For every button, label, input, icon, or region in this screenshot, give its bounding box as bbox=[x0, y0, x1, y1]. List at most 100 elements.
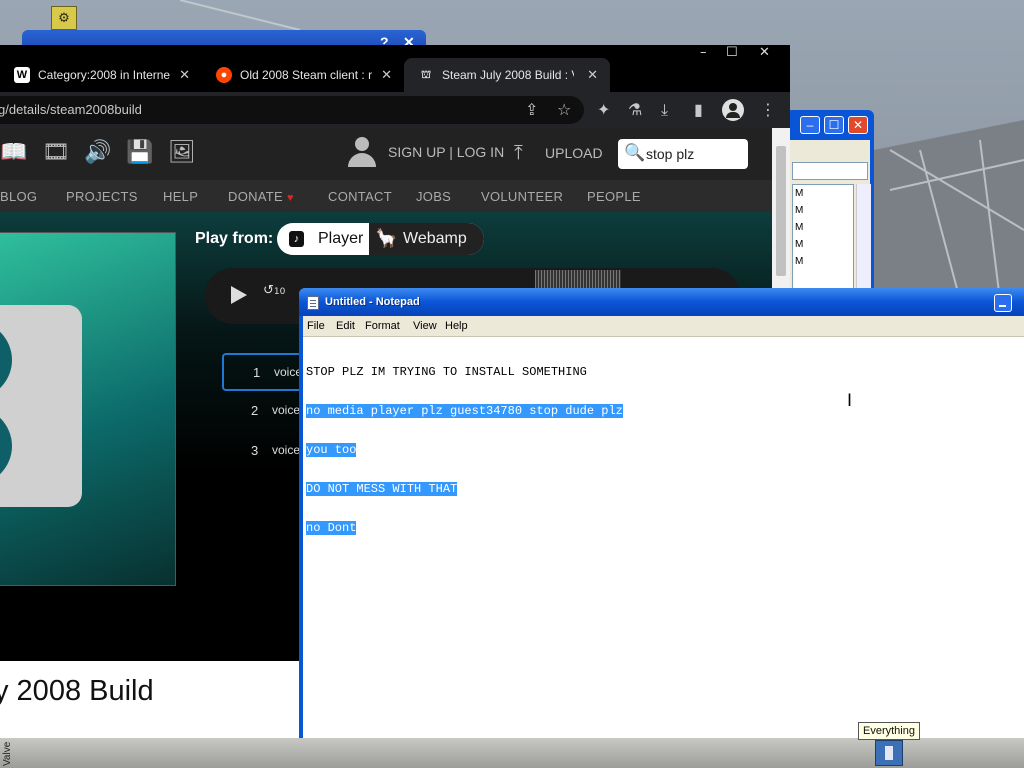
player-source-toggle[interactable]: ♪ Player 🦙 Webamp bbox=[277, 223, 484, 255]
user-icon[interactable] bbox=[348, 137, 376, 169]
share-icon[interactable]: ⇪ bbox=[525, 100, 538, 119]
download-icon[interactable]: ⤓ bbox=[661, 100, 668, 120]
tab-steam-2008-build[interactable]: ⛫ Steam July 2008 Build : Valv ✕ bbox=[404, 58, 610, 92]
webamp-option[interactable]: 🦙 Webamp bbox=[369, 223, 484, 255]
minimize-button[interactable]: – bbox=[800, 116, 820, 134]
notepad-window: Untitled - Notepad File Edit Format View… bbox=[299, 288, 1024, 743]
address-field[interactable] bbox=[792, 162, 868, 180]
tab-title: Steam July 2008 Build : Valv bbox=[442, 68, 574, 82]
nav-donate-label: DONATE bbox=[228, 189, 284, 204]
desktop-shortcut-icon[interactable]: ⚙ bbox=[51, 6, 77, 30]
search-input[interactable] bbox=[646, 144, 742, 164]
menu-view[interactable]: View bbox=[413, 320, 437, 332]
list-item[interactable]: M bbox=[793, 219, 853, 236]
nav-volunteer[interactable]: VOLUNTEER bbox=[481, 189, 563, 204]
notepad-titlebar[interactable]: Untitled - Notepad bbox=[299, 288, 1024, 316]
notepad-text-area[interactable]: STOP PLZ IM TRYING TO INSTALL SOMETHING … bbox=[306, 340, 623, 561]
menu-format[interactable]: Format bbox=[365, 320, 400, 332]
steam-logo-icon bbox=[0, 305, 82, 507]
nav-contact[interactable]: CONTACT bbox=[328, 189, 392, 204]
tab-close-icon[interactable]: ✕ bbox=[587, 67, 598, 83]
close-button[interactable]: ✕ bbox=[848, 116, 868, 134]
tooltip: Everything bbox=[858, 722, 920, 740]
address-bar[interactable]: g/details/steam2008build bbox=[0, 96, 584, 124]
player-option[interactable]: ♪ Player bbox=[277, 223, 369, 255]
vertical-label: Valve bbox=[2, 741, 13, 766]
side-panel-icon[interactable]: ▮ bbox=[694, 100, 703, 119]
tab-reddit-old-steam[interactable]: ● Old 2008 Steam client : r/no ✕ bbox=[202, 58, 404, 92]
list-item[interactable]: M bbox=[793, 185, 853, 202]
track-name: voice bbox=[274, 365, 303, 379]
menu-help[interactable]: Help bbox=[445, 320, 468, 332]
bookmark-star-icon[interactable]: ☆ bbox=[557, 100, 571, 119]
album-art bbox=[0, 232, 176, 586]
play-from-label: Play from: bbox=[195, 230, 274, 247]
menu-edit[interactable]: Edit bbox=[336, 320, 355, 332]
track-item[interactable]: 1 voice bbox=[222, 353, 302, 391]
taskbar bbox=[0, 738, 1024, 768]
tab-close-icon[interactable]: ✕ bbox=[179, 67, 190, 83]
window-body: M M M M M bbox=[790, 140, 871, 310]
menu-file[interactable]: File bbox=[307, 320, 325, 332]
selected-text: no Dont bbox=[306, 521, 357, 535]
list-item[interactable]: M bbox=[793, 253, 853, 270]
waveform[interactable] bbox=[535, 270, 621, 290]
selected-text: you too bbox=[306, 443, 357, 457]
llama-icon: 🦙 bbox=[375, 228, 398, 249]
rewind-10-button[interactable]: ↺10 bbox=[263, 283, 285, 298]
browser-toolbar: g/details/steam2008build ⇪ ☆ ✦ ⚗ ⤓ ▮ ⋮ bbox=[0, 92, 790, 128]
track-number: 2 bbox=[251, 403, 259, 418]
close-button[interactable]: ✕ bbox=[759, 45, 770, 60]
tab-close-icon[interactable]: ✕ bbox=[381, 67, 392, 83]
text-line: no Dont bbox=[306, 521, 623, 535]
upload-icon[interactable]: ⤒ bbox=[514, 140, 523, 164]
play-button[interactable] bbox=[231, 286, 247, 304]
minimize-button[interactable] bbox=[994, 294, 1012, 312]
text-line: no media player plz guest34780 stop dude… bbox=[306, 404, 623, 418]
selected-text: no media player plz guest34780 stop dude… bbox=[306, 404, 623, 418]
track-number: 1 bbox=[253, 365, 261, 380]
heart-icon: ♥ bbox=[287, 192, 294, 204]
profile-avatar-icon[interactable] bbox=[722, 99, 744, 121]
texts-book-icon[interactable]: 📖 bbox=[0, 140, 27, 166]
text-cursor-icon: I bbox=[847, 391, 853, 411]
music-note-icon: ♪ bbox=[289, 231, 304, 247]
player-option-label: Player bbox=[318, 230, 364, 247]
nav-jobs[interactable]: JOBS bbox=[416, 189, 451, 204]
tab-wikipedia-category[interactable]: W Category:2008 in Internet cu ✕ bbox=[0, 58, 202, 92]
list-item[interactable]: M bbox=[793, 202, 853, 219]
track-number: 3 bbox=[251, 443, 259, 458]
tab-title: Category:2008 in Internet cu bbox=[38, 68, 170, 82]
nav-people[interactable]: PEOPLE bbox=[587, 189, 641, 204]
taskbar-app-button[interactable] bbox=[875, 740, 903, 766]
signup-login-link[interactable]: SIGN UP | LOG IN bbox=[388, 144, 504, 160]
upload-link[interactable]: UPLOAD bbox=[545, 145, 603, 161]
maximize-button[interactable]: ☐ bbox=[726, 45, 738, 60]
background-window-right[interactable]: – ☐ ✕ M M M M M bbox=[786, 110, 874, 310]
menu-kebab-icon[interactable]: ⋮ bbox=[760, 100, 776, 119]
text-line: STOP PLZ IM TRYING TO INSTALL SOMETHING bbox=[306, 366, 623, 379]
extensions-icon[interactable]: ✦ bbox=[597, 100, 610, 119]
images-icon[interactable]: 🖼 bbox=[168, 140, 196, 166]
maximize-button[interactable]: ☐ bbox=[824, 116, 844, 134]
scrollbar-thumb[interactable] bbox=[776, 146, 786, 276]
minimize-button[interactable]: – bbox=[700, 45, 707, 60]
search-icon[interactable]: 🔍 bbox=[624, 143, 645, 163]
nav-help[interactable]: HELP bbox=[163, 189, 198, 204]
wikipedia-icon: W bbox=[14, 67, 30, 83]
video-film-icon[interactable]: 🎞 bbox=[42, 140, 70, 166]
software-floppy-icon[interactable]: 💾 bbox=[126, 140, 153, 166]
track-item[interactable]: 3 voice bbox=[222, 433, 302, 471]
selected-text: DO NOT MESS WITH THAT bbox=[306, 482, 458, 496]
nav-donate[interactable]: DONATE ♥ bbox=[228, 189, 294, 204]
track-item[interactable]: 2 voice bbox=[222, 393, 302, 431]
labs-flask-icon[interactable]: ⚗ bbox=[628, 100, 642, 119]
nav-blog[interactable]: BLOG bbox=[0, 189, 37, 204]
notepad-body: File Edit Format View Help STOP PLZ IM T… bbox=[303, 316, 1024, 743]
track-name: voice bbox=[272, 443, 301, 457]
rewind-label: 10 bbox=[273, 287, 286, 297]
nav-projects[interactable]: PROJECTS bbox=[66, 189, 138, 204]
audio-speaker-icon[interactable]: 🔊 bbox=[84, 140, 111, 166]
list-item[interactable]: M bbox=[793, 236, 853, 253]
search-box[interactable]: 🔍 bbox=[618, 139, 748, 169]
